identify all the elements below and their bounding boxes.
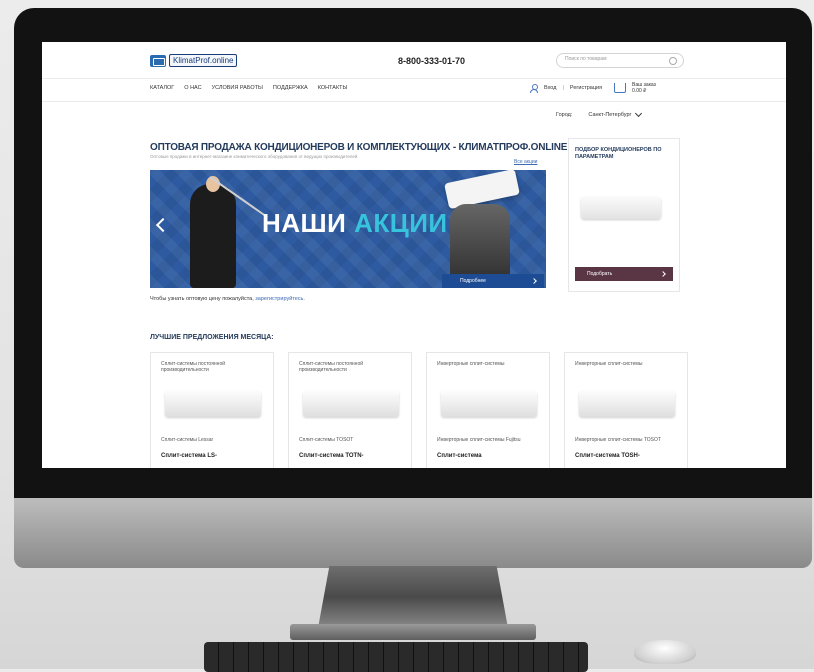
chevron-down-icon: [634, 109, 642, 118]
promo-banner[interactable]: НАШИ АКЦИИ Подробнее: [150, 170, 546, 288]
product-card[interactable]: Сплит-системы постоянной производительно…: [288, 352, 412, 468]
logo-text: KlimatProf.online: [169, 54, 238, 67]
divider: |: [562, 85, 564, 91]
city-value: Санкт-Петербург: [588, 112, 632, 118]
page-subtitle: Оптовые продажи в интернет-магазине клим…: [150, 154, 358, 159]
product-brand: Сплит-системы TOSOT: [299, 437, 354, 443]
banner-title-white: НАШИ: [262, 208, 347, 238]
website-screen: KlimatProf.online 8-800-333-01-70 Поиск …: [42, 42, 786, 468]
product-category: Инверторные сплит-системы: [575, 361, 643, 367]
user-area: Вход | Регистрация Ваш заказ 0.00 ₽: [530, 82, 656, 94]
cart-summary[interactable]: Ваш заказ 0.00 ₽: [632, 82, 656, 94]
product-card[interactable]: Инверторные сплит-системы Инверторные сп…: [426, 352, 550, 468]
monitor-stand-foot: [290, 624, 536, 640]
product-category: Инверторные сплит-системы: [437, 361, 505, 367]
product-image[interactable]: [579, 391, 675, 417]
chevron-right-icon: [660, 271, 666, 277]
samurai-figure-image: [190, 176, 236, 288]
city-dropdown[interactable]: Санкт-Петербург: [588, 109, 642, 118]
search-placeholder: Поиск по товарам: [565, 56, 607, 62]
cart-total: 0.00 ₽: [632, 88, 647, 94]
site-header: KlimatProf.online 8-800-333-01-70 Поиск …: [42, 42, 786, 78]
offers-title: ЛУЧШИЕ ПРЕДЛОЖЕНИЯ МЕСЯЦА:: [150, 334, 274, 341]
phone-number[interactable]: 8-800-333-01-70: [398, 56, 465, 66]
user-icon[interactable]: [530, 83, 538, 93]
cart-logo-icon: [150, 54, 166, 67]
cart-icon[interactable]: [614, 83, 627, 93]
wholesale-note: Чтобы узнать оптовую цену пожалуйста, за…: [150, 296, 305, 302]
nav-menu: КАТАЛОГ О НАС УСЛОВИЯ РАБОТЫ ПОДДЕРЖКА К…: [150, 85, 347, 91]
city-selector: Город: Санкт-Петербург: [556, 109, 642, 118]
product-name[interactable]: Сплит-система TOTN-: [299, 453, 399, 460]
login-link[interactable]: Вход: [544, 85, 556, 91]
product-name[interactable]: Сплит-система LS-: [161, 453, 261, 460]
chevron-right-icon: [531, 278, 537, 284]
nav-item-terms[interactable]: УСЛОВИЯ РАБОТЫ: [212, 85, 263, 91]
monitor-chin: [14, 498, 812, 568]
nav-item-contacts[interactable]: КОНТАКТЫ: [318, 85, 348, 91]
offers-list: Сплит-системы постоянной производительно…: [150, 352, 688, 468]
nav-item-catalog[interactable]: КАТАЛОГ: [150, 85, 174, 91]
nav-item-support[interactable]: ПОДДЕРЖКА: [273, 85, 308, 91]
product-category: Сплит-системы постоянной производительно…: [299, 361, 364, 373]
product-card[interactable]: Сплит-системы постоянной производительно…: [150, 352, 274, 468]
all-promos-link[interactable]: Все акции: [514, 159, 537, 165]
main-nav: КАТАЛОГ О НАС УСЛОВИЯ РАБОТЫ ПОДДЕРЖКА К…: [42, 78, 786, 102]
product-image[interactable]: [165, 391, 261, 417]
banner-button-label: Подробнее: [460, 278, 486, 284]
register-link[interactable]: Регистрация: [570, 85, 602, 91]
product-category: Сплит-системы постоянной производительно…: [161, 361, 226, 373]
select-button[interactable]: Подобрать: [575, 267, 673, 281]
selector-title: ПОДБОР КОНДИЦИОНЕРОВ ПО ПАРАМЕТРАМ: [575, 147, 662, 160]
note-text: Чтобы узнать оптовую цену пожалуйста,: [150, 296, 254, 302]
city-label: Город:: [556, 112, 573, 118]
banner-title-accent: АКЦИИ: [354, 208, 448, 238]
product-card[interactable]: Инверторные сплит-системы Инверторные сп…: [564, 352, 688, 468]
keyboard: [204, 642, 588, 672]
product-name[interactable]: Сплит-система TOSH-: [575, 453, 675, 460]
banner-details-button[interactable]: Подробнее: [442, 274, 544, 288]
mouse: [634, 640, 696, 664]
product-brand: Инверторные сплит-системы Fujitsu: [437, 437, 521, 443]
monitor-stand: [318, 566, 508, 628]
product-brand: Сплит-системы Lessar: [161, 437, 214, 443]
register-inline-link[interactable]: зарегистрируйтесь.: [255, 296, 305, 302]
product-name[interactable]: Сплит-система: [437, 453, 537, 460]
select-button-label: Подобрать: [587, 271, 613, 277]
banner-title: НАШИ АКЦИИ: [262, 208, 448, 239]
page-title: ОПТОВАЯ ПРОДАЖА КОНДИЦИОНЕРОВ И КОМПЛЕКТ…: [150, 142, 568, 153]
search-icon[interactable]: [669, 57, 677, 65]
product-image[interactable]: [441, 391, 537, 417]
search-input[interactable]: Поиск по товарам: [556, 53, 684, 68]
ac-selector-card: ПОДБОР КОНДИЦИОНЕРОВ ПО ПАРАМЕТРАМ Подоб…: [568, 138, 680, 292]
nav-item-about[interactable]: О НАС: [184, 85, 201, 91]
site-logo[interactable]: KlimatProf.online: [150, 54, 238, 67]
banner-prev-arrow-icon[interactable]: [155, 217, 171, 233]
air-conditioner-image: [581, 197, 661, 219]
product-brand: Инверторные сплит-системы TOSOT: [575, 437, 661, 443]
product-image[interactable]: [303, 391, 399, 417]
